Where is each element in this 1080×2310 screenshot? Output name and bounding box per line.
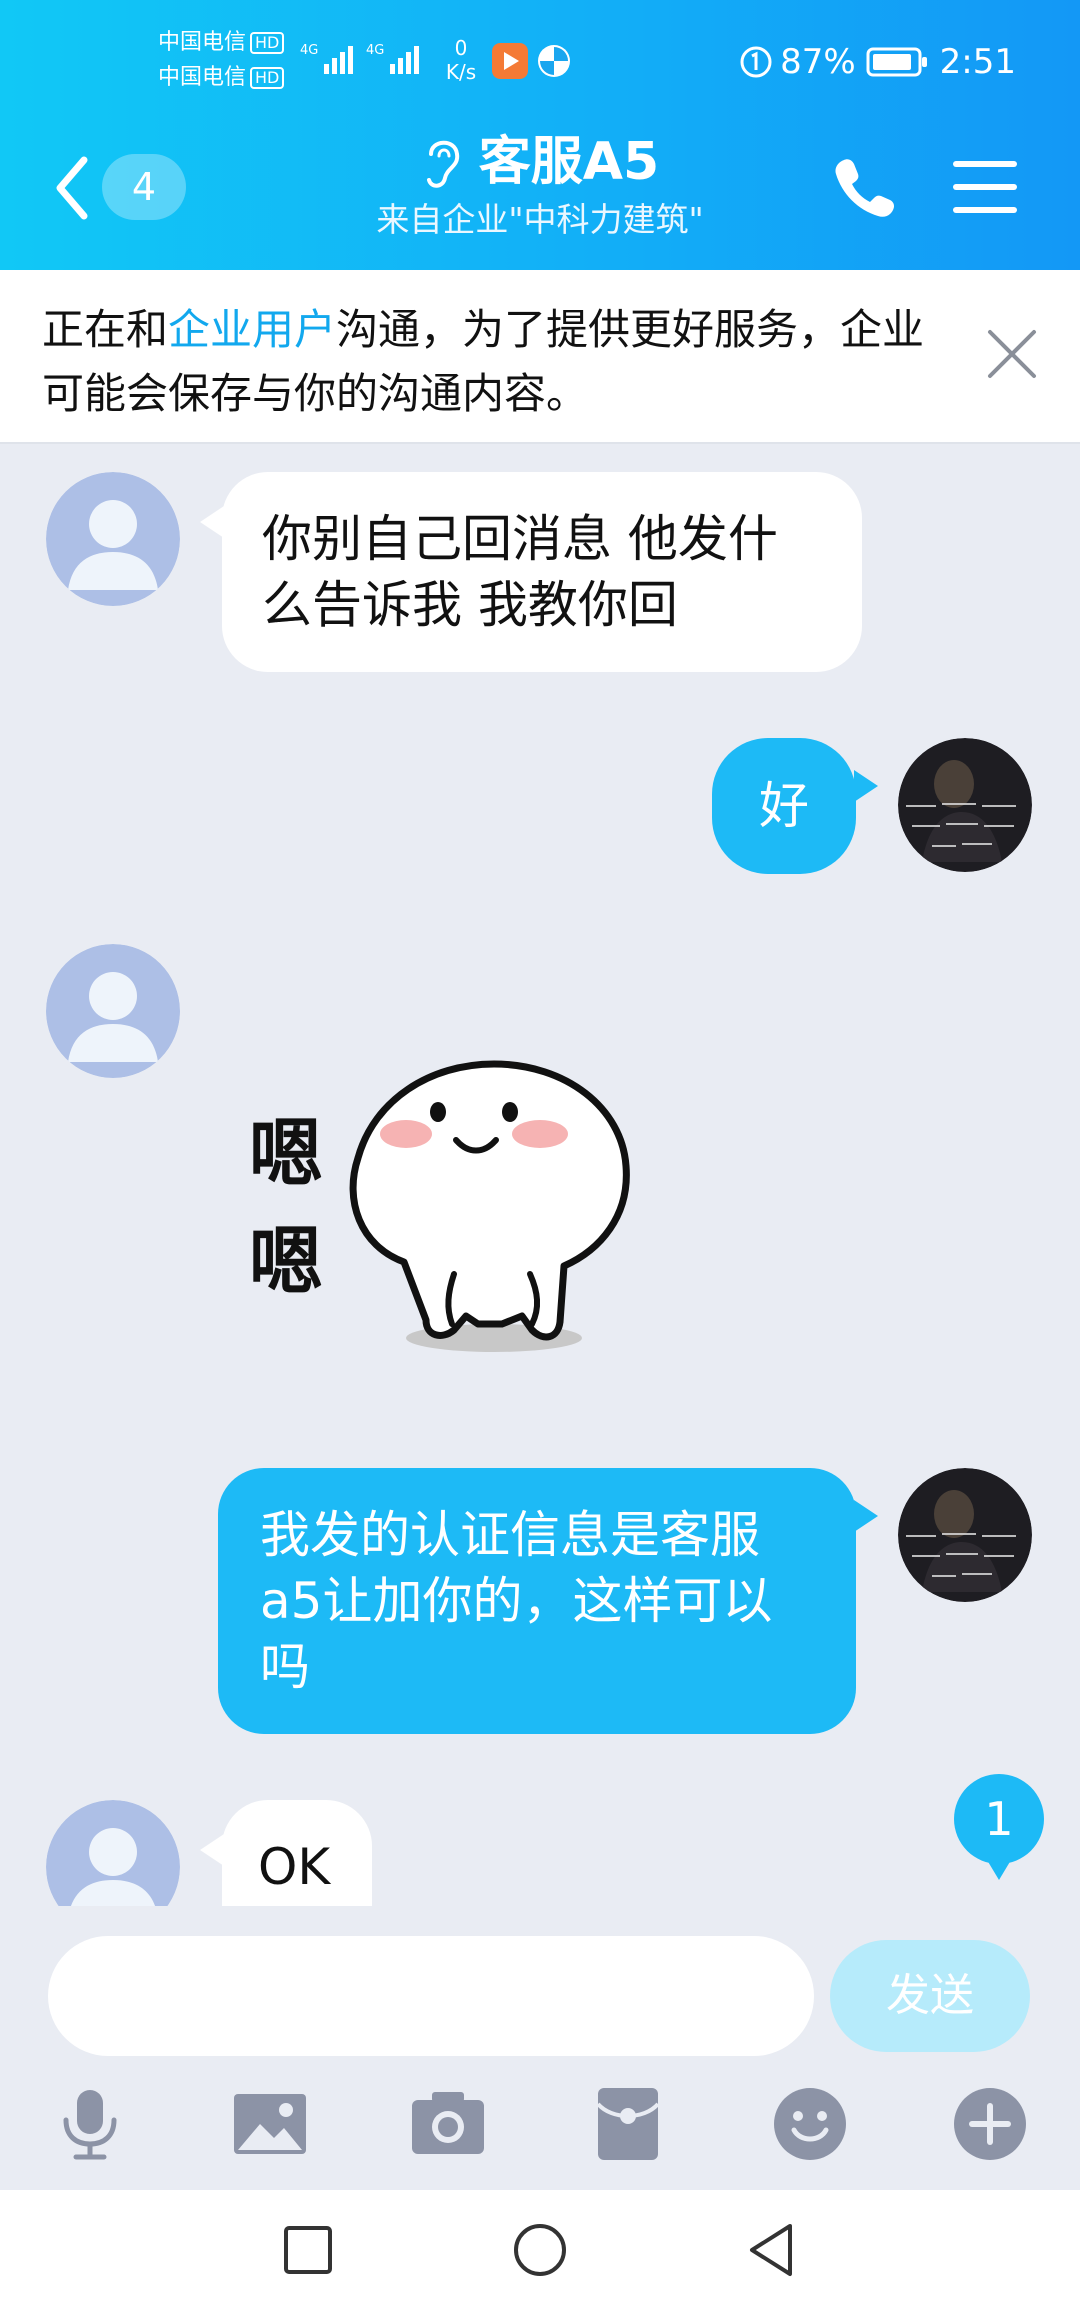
camera-icon[interactable] — [408, 2084, 488, 2164]
network-speed: 0 K/s — [436, 36, 486, 84]
header: 中国电信 HD 中国电信 HD 4G 4G 0 K/s 87% 2:51 4 客… — [0, 0, 1080, 270]
bubble-tail — [854, 1500, 878, 1532]
carrier-1-name: 中国电信 — [158, 30, 247, 55]
image-icon[interactable] — [230, 2084, 310, 2164]
signal-strength-2-icon: 4G — [366, 43, 419, 74]
privacy-notice-banner: 正在和企业用户沟通，为了提供更好服务，企业可能会保存与你的沟通内容。 — [0, 270, 1080, 444]
battery-percent: 87% — [780, 42, 856, 82]
chat-subtitle: 来自企业"中科力建筑" — [376, 200, 704, 239]
square-icon — [284, 2226, 332, 2274]
enterprise-user-link[interactable]: 企业用户 — [168, 305, 336, 354]
bubble-tail — [854, 770, 878, 802]
plus-icon[interactable] — [950, 2084, 1030, 2164]
recent-apps-button[interactable] — [278, 2220, 338, 2280]
contact-avatar[interactable] — [46, 1800, 180, 1906]
close-icon — [988, 330, 1036, 378]
message-text: 我发的认证信息是客服a5让加你的，这样可以吗 — [260, 1506, 773, 1696]
carrier-2-name: 中国电信 — [158, 65, 247, 90]
home-button[interactable] — [510, 2220, 570, 2280]
sticker-text: 嗯嗯 — [249, 1111, 323, 1305]
network-speed-unit: K/s — [445, 60, 477, 84]
network-speed-value: 0 — [454, 36, 468, 60]
carrier-2: 中国电信 HD — [158, 65, 285, 90]
menu-button[interactable] — [950, 152, 1020, 222]
new-message-count-badge[interactable]: 1 — [954, 1774, 1044, 1880]
phone-call-button[interactable] — [828, 150, 898, 220]
ear-icon — [426, 140, 459, 188]
bubble-tail — [200, 1834, 224, 1866]
message-bubble-incoming[interactable]: OK — [222, 1800, 372, 1906]
message-text: 你别自己回消息 他发什么告诉我 我教你回 — [262, 510, 778, 634]
video-app-icon — [492, 43, 528, 79]
system-navigation-bar — [0, 2190, 1080, 2310]
mic-icon[interactable] — [50, 2084, 130, 2164]
message-row-clipped: OK — [0, 1790, 1080, 1906]
triangle-back-icon — [750, 2224, 792, 2276]
input-area: 发送 — [0, 1906, 1080, 2190]
back-nav-button[interactable] — [742, 2220, 802, 2280]
smiling-dumpling-sticker-icon — [349, 1060, 630, 1352]
message-bubble-incoming[interactable]: 你别自己回消息 他发什么告诉我 我教你回 — [222, 472, 862, 672]
notice-text: 正在和企业用户沟通，为了提供更好服务，企业可能会保存与你的沟通内容。 — [42, 298, 942, 426]
red-packet-icon[interactable] — [588, 2084, 668, 2164]
signal-strength-icon: 4G — [300, 43, 353, 74]
hamburger-icon — [953, 161, 1017, 213]
bubble-tail — [200, 506, 224, 538]
hd-badge-2: HD — [250, 67, 285, 89]
message-text: 好 — [759, 777, 809, 835]
circle-icon — [514, 2224, 566, 2276]
my-avatar[interactable] — [898, 738, 1032, 872]
battery-icon — [866, 47, 927, 77]
browser-app-icon — [538, 45, 570, 77]
contact-avatar[interactable] — [46, 472, 180, 606]
emoji-icon[interactable] — [770, 2084, 850, 2164]
message-bubble-outgoing[interactable]: 好 — [712, 738, 856, 874]
clock: 2:51 — [939, 42, 1016, 82]
message-input[interactable] — [48, 1936, 814, 2056]
title-block: 客服A5 来自企业"中科力建筑" — [0, 130, 1080, 240]
chat-title: 客服A5 — [478, 132, 660, 192]
notice-text-before: 正在和 — [42, 305, 169, 354]
sticker-message[interactable]: 嗯嗯 — [222, 1020, 672, 1370]
message-bubble-outgoing[interactable]: 我发的认证信息是客服a5让加你的，这样可以吗 — [218, 1468, 856, 1734]
send-button[interactable]: 发送 — [830, 1940, 1030, 2052]
contact-avatar[interactable] — [46, 944, 180, 1078]
hd-badge-1: HD — [250, 32, 285, 54]
carrier-1: 中国电信 HD — [158, 30, 285, 55]
status-right: 87% 2:51 — [738, 38, 1016, 86]
close-notice-button[interactable] — [984, 326, 1040, 382]
my-avatar[interactable] — [898, 1468, 1032, 1602]
data-saver-icon — [740, 46, 772, 78]
network-type-1: 4G — [300, 43, 318, 58]
network-type-2: 4G — [366, 43, 384, 58]
phone-icon — [835, 159, 894, 217]
message-text: OK — [258, 1838, 331, 1896]
